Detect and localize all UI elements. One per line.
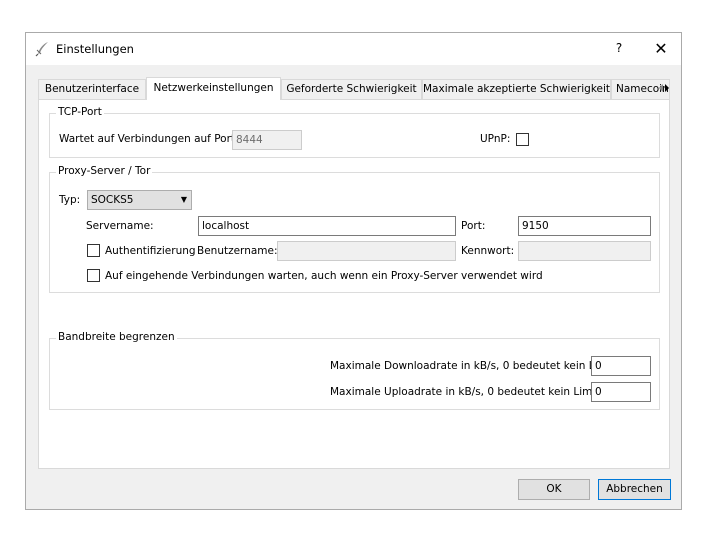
proxy-group-title: Proxy-Server / Tor xyxy=(56,165,153,177)
servername-label: Servername: xyxy=(86,220,154,232)
proxy-type-label: Typ: xyxy=(59,194,81,206)
help-button[interactable]: ? xyxy=(612,41,626,55)
password-label: Kennwort: xyxy=(461,245,515,257)
bandwidth-group-title: Bandbreite begrenzen xyxy=(56,331,177,343)
ok-button[interactable]: OK xyxy=(518,479,590,500)
download-rate-input[interactable]: 0 xyxy=(591,356,651,376)
tab-scroll-arrows[interactable] xyxy=(658,79,670,97)
servername-input[interactable]: localhost xyxy=(198,216,456,236)
listen-port-input[interactable]: 8444 xyxy=(232,130,302,150)
upnp-label: UPnP: xyxy=(480,133,511,145)
tcp-port-group: TCP-Port Wartet auf Verbindungen auf Por… xyxy=(49,106,660,158)
quill-icon xyxy=(35,42,48,57)
tab-maximale-schwierigkeit[interactable]: Maximale akzeptierte Schwierigkeit xyxy=(422,79,611,99)
tcp-port-group-title: TCP-Port xyxy=(56,106,104,118)
proxy-type-value: SOCKS5 xyxy=(91,194,134,206)
cancel-button[interactable]: Abbrechen xyxy=(598,479,671,500)
proxy-group: Proxy-Server / Tor Typ: SOCKS5 ▼ Servern… xyxy=(49,165,660,293)
username-input[interactable] xyxy=(277,241,456,261)
tab-bar: Benutzerinterface Netzwerkeinstellungen … xyxy=(38,77,670,100)
tab-benutzerinterface[interactable]: Benutzerinterface xyxy=(38,79,146,99)
upnp-checkbox[interactable] xyxy=(516,133,529,146)
listen-port-label: Wartet auf Verbindungen auf Port: xyxy=(59,133,239,145)
close-button[interactable]: ✕ xyxy=(650,37,672,61)
proxy-type-select[interactable]: SOCKS5 ▼ xyxy=(87,190,192,210)
password-input[interactable] xyxy=(518,241,651,261)
proxy-port-label: Port: xyxy=(461,220,486,232)
listen-with-proxy-checkbox[interactable] xyxy=(87,269,100,282)
authentication-label: Authentifizierung xyxy=(105,245,196,257)
title-bar: Einstellungen ? ✕ xyxy=(26,33,681,65)
tab-geforderte-schwierigkeit[interactable]: Geforderte Schwierigkeit xyxy=(281,79,422,99)
tab-netzwerkeinstellungen[interactable]: Netzwerkeinstellungen xyxy=(146,77,281,100)
network-settings-panel: TCP-Port Wartet auf Verbindungen auf Por… xyxy=(38,99,670,469)
proxy-port-input[interactable]: 9150 xyxy=(518,216,651,236)
upload-rate-input[interactable]: 0 xyxy=(591,382,651,402)
settings-dialog: Einstellungen ? ✕ Benutzerinterface Netz… xyxy=(25,32,682,510)
chevron-down-icon: ▼ xyxy=(180,195,187,204)
window-title: Einstellungen xyxy=(56,42,134,56)
authentication-checkbox[interactable] xyxy=(87,244,100,257)
username-label: Benutzername: xyxy=(197,245,278,257)
upload-rate-label: Maximale Uploadrate in kB/s, 0 bedeutet … xyxy=(330,386,600,398)
listen-with-proxy-label: Auf eingehende Verbindungen warten, auch… xyxy=(105,270,543,282)
bandwidth-group: Bandbreite begrenzen Maximale Downloadra… xyxy=(49,331,660,410)
download-rate-label: Maximale Downloadrate in kB/s, 0 bedeute… xyxy=(330,360,615,372)
